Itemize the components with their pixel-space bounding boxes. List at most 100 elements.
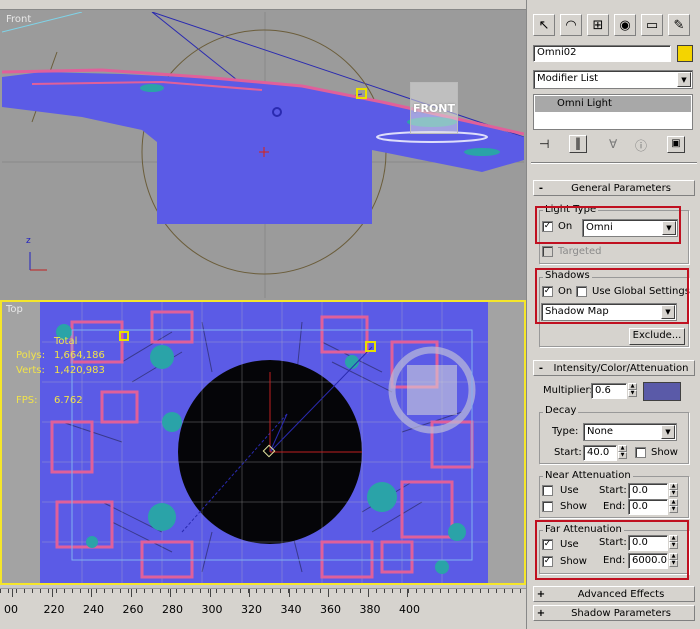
ruler-minor-tick	[8, 589, 9, 593]
ruler-minor-tick	[192, 589, 193, 593]
show-end-result-button[interactable]: ‖	[569, 135, 587, 153]
ruler-minor-tick	[352, 589, 353, 593]
stats-verts-label: Verts:	[16, 365, 45, 376]
intensity-rollout[interactable]: - Intensity/Color/Attenuation	[533, 360, 695, 376]
ruler-tick-mark	[91, 589, 92, 597]
targeted-label: Targeted	[558, 246, 602, 257]
ruler-minor-tick	[224, 589, 225, 593]
ruler-minor-tick	[344, 589, 345, 593]
modifier-stack[interactable]: Omni Light	[533, 94, 693, 130]
ruler-minor-tick	[480, 589, 481, 593]
decay-start-field[interactable]: 40.0	[583, 445, 617, 461]
ruler-tick-label: 280	[162, 603, 183, 616]
decay-start-spinner[interactable]: ▲ ▼	[618, 445, 627, 459]
ruler-minor-tick	[184, 589, 185, 593]
motion-tab[interactable]: ◉	[614, 14, 636, 36]
ruler-tick-mark	[12, 589, 13, 597]
ruler-minor-tick	[136, 589, 137, 593]
pin-stack-icon[interactable]: ⊣	[539, 137, 549, 151]
hierarchy-tab[interactable]: ⊞	[587, 14, 609, 36]
command-panel: ↖ ◠ ⊞ ◉ ▭ ✎ Omni02 Modifier List ▼ Omni Light…	[526, 0, 700, 629]
ruler-tick-label: 380	[359, 603, 381, 616]
exclude-button[interactable]: Exclude...	[629, 328, 685, 345]
stats-fps-value: 6.762	[54, 395, 83, 406]
exclude-label: Exclude...	[632, 330, 682, 341]
near-show-checkbox[interactable]	[542, 501, 553, 512]
ruler-tick-label: 340	[280, 603, 302, 616]
ruler-minor-tick	[392, 589, 393, 593]
ruler-minor-tick	[64, 589, 65, 593]
utilities-tab[interactable]: ✎	[668, 14, 690, 36]
decay-show-checkbox[interactable]	[635, 447, 646, 458]
general-parameters-rollout[interactable]: - General Parameters	[533, 180, 695, 196]
stack-item-omni-light[interactable]: Omni Light	[535, 96, 691, 112]
near-show-label: Show	[560, 501, 587, 512]
rollout-title: Intensity/Color/Attenuation	[553, 362, 689, 374]
ruler-minor-tick	[32, 589, 33, 593]
ruler-minor-tick	[384, 589, 385, 593]
rollout-title: General Parameters	[571, 182, 671, 194]
time-ruler[interactable]: 00 220 240 260 280 300 320 340 360 380 400	[0, 588, 526, 629]
ruler-minor-tick	[488, 589, 489, 593]
modifier-list-dropdown[interactable]: Modifier List ▼	[533, 70, 693, 89]
modify-tab[interactable]: ◠	[560, 14, 582, 36]
object-name-field[interactable]: Omni02	[533, 45, 671, 62]
decay-type-dropdown[interactable]: None ▼	[583, 423, 677, 441]
near-end-label: End:	[603, 501, 626, 512]
pointer-icon: ↖	[538, 17, 550, 33]
ruler-minor-tick	[232, 589, 233, 593]
ruler-minor-tick	[16, 589, 17, 593]
ruler-minor-tick	[40, 589, 41, 593]
multiplier-field[interactable]: 0.6	[591, 383, 627, 399]
highlight-far-attenuation	[535, 520, 689, 580]
make-unique-icon[interactable]: ∀	[609, 137, 617, 151]
display-tab[interactable]: ▭	[641, 14, 663, 36]
ruler-minor-tick	[112, 589, 113, 593]
ruler-minor-tick	[256, 589, 257, 593]
ruler-minor-tick	[400, 589, 401, 593]
near-start-spinner[interactable]: ▲ ▼	[669, 483, 678, 497]
bend-icon: ◠	[565, 17, 577, 33]
near-end-field[interactable]: 0.0	[628, 499, 668, 515]
ruler-minor-tick	[248, 589, 249, 593]
top-viewport[interactable]: Top Total Polys: 1,664,186 Verts: 1,420,…	[0, 300, 526, 585]
ruler-minor-tick	[200, 589, 201, 593]
targeted-checkbox[interactable]	[542, 246, 553, 257]
ruler-tick-mark	[130, 589, 132, 597]
shadow-parameters-rollout[interactable]: + Shadow Parameters	[533, 605, 695, 621]
viewport-label[interactable]: Top	[6, 304, 23, 315]
near-use-label: Use	[560, 485, 579, 496]
viewport-label[interactable]: Front	[6, 14, 31, 25]
ruler-minor-tick	[280, 589, 281, 593]
ruler-minor-tick	[216, 589, 217, 593]
ruler-minor-tick	[128, 589, 129, 593]
rollout-title: Advanced Effects	[577, 588, 665, 600]
stats-fps-label: FPS:	[16, 395, 38, 406]
rollout-title: Shadow Parameters	[571, 607, 671, 619]
object-color-swatch[interactable]	[677, 45, 693, 62]
advanced-effects-rollout[interactable]: + Advanced Effects	[533, 586, 695, 602]
remove-modifier-icon[interactable]: ⓘ	[635, 137, 647, 154]
ruler-minor-tick	[160, 589, 161, 593]
create-tab[interactable]: ↖	[533, 14, 555, 36]
stats-total-label: Total	[54, 336, 78, 347]
ruler-tick-label: 360	[320, 603, 341, 616]
view-cube[interactable]: FRONT	[410, 82, 458, 134]
ruler-minor-tick	[320, 589, 321, 593]
main-toolbar-strip	[0, 0, 526, 10]
configure-sets-button[interactable]: ▣	[667, 136, 685, 153]
front-viewport[interactable]: Front FRONT z	[0, 10, 526, 300]
near-use-checkbox[interactable]	[542, 485, 553, 496]
view-cube-label: FRONT	[412, 101, 456, 115]
decay-show-label: Show	[651, 447, 678, 458]
ruler-minor-tick	[72, 589, 73, 593]
ruler-minor-tick	[240, 589, 241, 593]
top-scene	[40, 302, 488, 583]
light-color-swatch[interactable]	[643, 382, 681, 401]
near-end-spinner[interactable]: ▲ ▼	[669, 499, 678, 513]
multiplier-spinner[interactable]: ▲ ▼	[628, 383, 637, 397]
ruler-minor-tick	[24, 589, 25, 593]
ruler-minor-tick	[0, 589, 1, 593]
near-start-field[interactable]: 0.0	[628, 483, 668, 499]
ruler-minor-tick	[104, 589, 105, 593]
